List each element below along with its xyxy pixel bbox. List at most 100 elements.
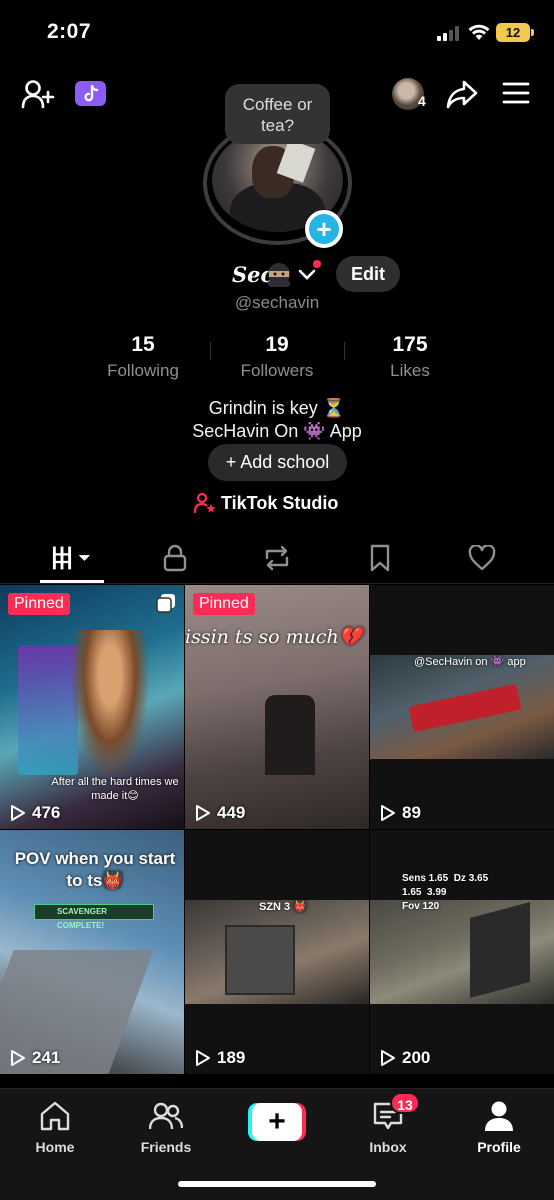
stat-likes[interactable]: 175 Likes bbox=[345, 333, 475, 381]
friends-icon bbox=[149, 1102, 183, 1130]
videos-grid-icon bbox=[52, 546, 91, 570]
view-count: 200 bbox=[378, 1048, 430, 1068]
thumbnail-wall bbox=[470, 901, 530, 999]
following-label: Following bbox=[107, 361, 179, 380]
battery-level: 12 bbox=[505, 25, 521, 40]
view-count: 189 bbox=[193, 1048, 245, 1068]
video-caption: After all the hard times we made it😊 bbox=[51, 776, 179, 802]
view-count: 476 bbox=[8, 803, 60, 823]
bio-line: Grindin is key ⏳ bbox=[208, 398, 346, 418]
view-count: 241 bbox=[8, 1048, 60, 1068]
view-count: 89 bbox=[378, 803, 421, 823]
add-friend-icon[interactable] bbox=[21, 78, 55, 110]
home-icon bbox=[40, 1101, 70, 1131]
play-icon bbox=[196, 1050, 210, 1066]
likes-count: 175 bbox=[392, 333, 428, 356]
bio: Grindin is key ⏳ SecHavin On 👾 App bbox=[0, 397, 554, 443]
thumbnail-character bbox=[70, 630, 150, 780]
add-school-button[interactable]: + Add school bbox=[208, 444, 347, 481]
stat-divider bbox=[210, 342, 211, 360]
account-switcher-count: 4 bbox=[418, 93, 426, 109]
heart-icon bbox=[468, 545, 496, 571]
scavenger-banner: SCAVENGER COMPLETE! bbox=[34, 904, 154, 930]
video-tile[interactable]: @SecHavin on 👾 app 89 bbox=[370, 585, 554, 829]
note-bubble[interactable]: Coffee or tea? bbox=[225, 84, 330, 144]
view-count-value: 241 bbox=[32, 1048, 61, 1067]
thumbnail-structure bbox=[225, 925, 295, 995]
view-count-value: 476 bbox=[32, 803, 61, 822]
play-icon bbox=[196, 805, 210, 821]
home-indicator bbox=[178, 1181, 376, 1187]
stat-following[interactable]: 15 Following bbox=[78, 333, 208, 381]
battery-icon: 12 bbox=[496, 23, 530, 42]
bookmark-icon bbox=[370, 544, 390, 572]
nav-home-label: Home bbox=[35, 1139, 75, 1155]
bio-line: SecHavin On 👾 App bbox=[192, 421, 362, 441]
video-caption: @SecHavin on 👾 app bbox=[414, 656, 526, 668]
view-count-value: 89 bbox=[402, 803, 421, 822]
nav-inbox[interactable]: Inbox bbox=[343, 1099, 433, 1155]
play-icon bbox=[381, 805, 395, 821]
pinned-badge: Pinned bbox=[8, 593, 70, 615]
edit-profile-button[interactable]: Edit bbox=[336, 256, 400, 292]
video-caption: issin ts so much💔 bbox=[185, 626, 363, 648]
name-row: Sec Edit bbox=[0, 256, 554, 292]
tiktok-studio-icon[interactable] bbox=[193, 491, 217, 515]
tab-videos[interactable] bbox=[52, 540, 92, 576]
thumbnail-weapon bbox=[265, 695, 315, 775]
add-story-plus-icon[interactable]: + bbox=[305, 210, 343, 248]
nav-friends-label: Friends bbox=[140, 1139, 192, 1155]
share-icon[interactable] bbox=[446, 79, 478, 109]
profile-tabs bbox=[0, 536, 554, 584]
pinned-badge: Pinned bbox=[193, 593, 255, 615]
chevron-down-icon[interactable] bbox=[298, 268, 316, 282]
view-count-value: 200 bbox=[402, 1048, 431, 1067]
video-caption: Sens 1.65 Dz 3.65 1.65 3.99 Fov 120 bbox=[402, 873, 489, 912]
nav-profile-label: Profile bbox=[477, 1139, 521, 1155]
view-count-value: 449 bbox=[217, 803, 246, 822]
nav-inbox-label: Inbox bbox=[369, 1139, 407, 1155]
video-tile[interactable]: Sens 1.65 Dz 3.65 1.65 3.99 Fov 120 200 bbox=[370, 830, 554, 1074]
play-icon bbox=[381, 1050, 395, 1066]
lock-icon bbox=[163, 544, 187, 572]
followers-count: 19 bbox=[265, 333, 289, 356]
multi-photo-icon bbox=[156, 594, 175, 613]
menu-icon[interactable] bbox=[502, 81, 530, 105]
tab-private[interactable] bbox=[155, 540, 195, 576]
profile-icon bbox=[485, 1101, 513, 1131]
view-count: 449 bbox=[193, 803, 245, 823]
video-tile[interactable]: SZN 3 👹 189 bbox=[185, 830, 369, 1074]
notification-dot bbox=[313, 260, 321, 268]
battery-nub bbox=[531, 29, 534, 36]
status-bar: 2:07 12 bbox=[0, 0, 554, 66]
video-tile[interactable]: Pinned issin ts so much💔 449 bbox=[185, 585, 369, 829]
tiktok-creator-icon[interactable] bbox=[75, 81, 106, 106]
thumbnail-panel bbox=[18, 645, 78, 775]
cellular-signal-icon bbox=[437, 26, 459, 41]
active-tab-indicator bbox=[40, 580, 104, 583]
nav-friends[interactable]: Friends bbox=[121, 1099, 211, 1155]
username: @sechavin bbox=[234, 293, 320, 312]
video-tile[interactable]: Pinned After all the hard times we made … bbox=[0, 585, 184, 829]
tab-favorites[interactable] bbox=[360, 540, 400, 576]
play-icon bbox=[11, 1050, 25, 1066]
tab-liked[interactable] bbox=[462, 540, 502, 576]
play-icon bbox=[11, 805, 25, 821]
status-time: 2:07 bbox=[47, 20, 92, 43]
video-tile[interactable]: POV when you start to ts👹 SCAVENGER COMP… bbox=[0, 830, 184, 1074]
video-caption: POV when you start to ts👹 bbox=[14, 849, 176, 890]
nav-profile[interactable]: Profile bbox=[454, 1099, 544, 1155]
followers-label: Followers bbox=[240, 361, 314, 380]
tab-reposts[interactable] bbox=[257, 540, 297, 576]
stat-followers[interactable]: 19 Followers bbox=[212, 333, 342, 381]
view-count-value: 189 bbox=[217, 1048, 246, 1067]
ninja-emoji-icon bbox=[268, 263, 290, 287]
repost-icon bbox=[265, 545, 289, 571]
create-plus-icon: + bbox=[252, 1103, 302, 1141]
tiktok-studio-link[interactable]: TikTok Studio bbox=[221, 490, 338, 516]
inbox-badge: 13 bbox=[390, 1092, 420, 1114]
nav-home[interactable]: Home bbox=[10, 1099, 100, 1155]
wifi-icon bbox=[468, 24, 490, 40]
video-caption: SZN 3 👹 bbox=[259, 901, 307, 913]
create-button[interactable]: + bbox=[248, 1103, 306, 1141]
